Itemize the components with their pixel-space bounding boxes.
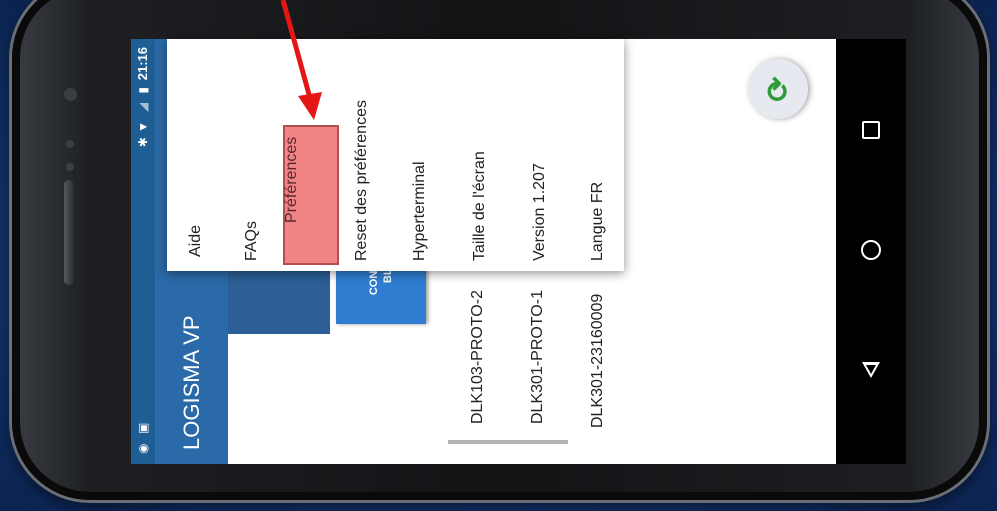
menu-item-hyperterminal[interactable]: Hyperterminal	[403, 39, 451, 271]
status-bar: ◉ ▣ ✱ ▼ ◢ ▮ 21:16	[131, 39, 155, 464]
light-sensor	[66, 163, 74, 171]
recents-button[interactable]	[858, 117, 884, 143]
proximity-sensor	[66, 140, 74, 148]
app-notification-icon: ◉	[136, 443, 150, 454]
bluetooth-icon: ✱	[136, 137, 150, 148]
menu-items-layer: Aide FAQs Préférences Reset des préféren…	[167, 39, 624, 271]
android-nav-bar	[836, 39, 906, 464]
menu-item-faqs[interactable]: FAQs	[235, 39, 283, 271]
refresh-button[interactable]: ⟳	[748, 59, 808, 119]
back-button[interactable]	[858, 357, 884, 383]
menu-item-aide[interactable]: Aide	[179, 39, 227, 271]
signal-icon: ◢	[136, 103, 150, 113]
menu-item-language[interactable]: Langue FR	[581, 39, 629, 271]
app-title: LOGISMA VP	[179, 315, 204, 451]
camera-sensor	[64, 88, 77, 101]
refresh-icon: ⟳	[761, 76, 795, 102]
home-button[interactable]	[858, 237, 884, 263]
android-icon: ▣	[136, 422, 150, 434]
recents-icon	[862, 121, 880, 139]
status-time: 21:16	[135, 47, 150, 81]
speaker-grille	[64, 180, 74, 285]
back-icon	[862, 362, 880, 378]
home-icon	[861, 240, 881, 260]
menu-item-screen-size[interactable]: Taille de l'écran	[463, 39, 511, 271]
battery-icon: ▮	[136, 87, 150, 94]
wifi-icon: ▼	[136, 121, 150, 133]
menu-item-preferences[interactable]: Préférences	[283, 125, 339, 265]
banner-subtitle: Au ser	[316, 278, 332, 319]
menu-item-reset-preferences[interactable]: Reset des préférences	[345, 39, 393, 271]
menu-item-version[interactable]: Version 1.207	[523, 39, 571, 271]
